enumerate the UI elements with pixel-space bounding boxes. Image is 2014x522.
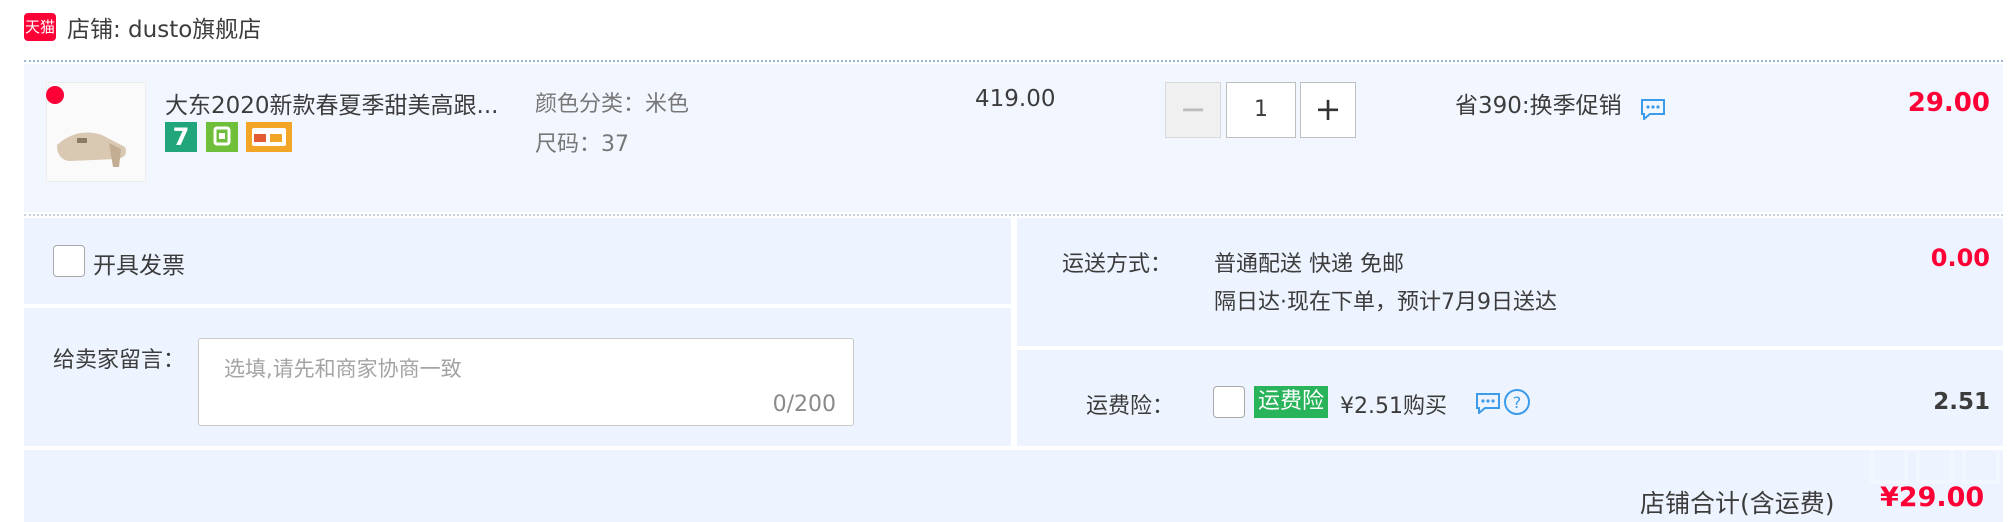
store-total-label: 店铺合计(含运费) [1640,489,1835,518]
message-char-count: 0/200 [772,392,836,417]
promotion-text: 省390:换季促销 [1455,93,1622,119]
invoice-checkbox[interactable] [53,245,85,277]
shipping-method[interactable]: 普通配送 快递 免邮 [1214,246,1404,278]
svg-text:?: ? [1513,393,1522,412]
quantity-decrease-button[interactable]: − [1165,82,1221,138]
section-divider [24,214,2003,216]
help-icon[interactable]: ? [1503,388,1531,416]
insurance-price: ¥2.51购买 [1340,394,1447,419]
item-total-price: 29.00 [1907,88,1990,118]
tmall-logo-icon: 天猫 [24,13,56,41]
shipping-label: 运送方式： [1062,252,1173,277]
sku-size: 尺码：37 [535,132,629,157]
unit-price: 419.00 [975,86,1056,112]
message-bubble-icon[interactable] [1640,98,1666,122]
quantity-increase-button[interactable]: + [1300,82,1356,138]
tmall-badge-icon [46,86,64,104]
message-placeholder: 选填,请先和商家协商一致 [224,357,462,381]
message-label: 给卖家留言： [53,348,186,373]
insurance-checkbox[interactable] [1213,386,1245,418]
insurance-label: 运费险： [1086,394,1175,419]
shipping-panel [1017,218,2003,346]
sku-color: 颜色分类：米色 [535,92,690,117]
store-divider [24,60,2003,62]
shipping-fee: 0.00 [1930,244,1990,272]
message-bubble-icon[interactable] [1475,392,1501,416]
store-name[interactable]: 店铺: dusto旗舰店 [67,10,261,44]
shipping-eta: 隔日达·现在下单，预计7月9日送达 [1214,290,1557,315]
watermark-logo-icon [1862,440,2012,510]
seven-day-return-icon[interactable]: 7 [165,122,197,152]
invoice-label[interactable]: 开具发票 [93,246,185,280]
insurance-amount: 2.51 [1933,389,1990,415]
item-title[interactable]: 大东2020新款春夏季甜美高跟... [165,86,498,120]
insurance-tag: 运费险 [1254,386,1329,418]
shield-icon[interactable] [206,122,238,152]
quantity-input[interactable]: 1 [1226,82,1296,138]
card-icon[interactable] [246,122,292,152]
